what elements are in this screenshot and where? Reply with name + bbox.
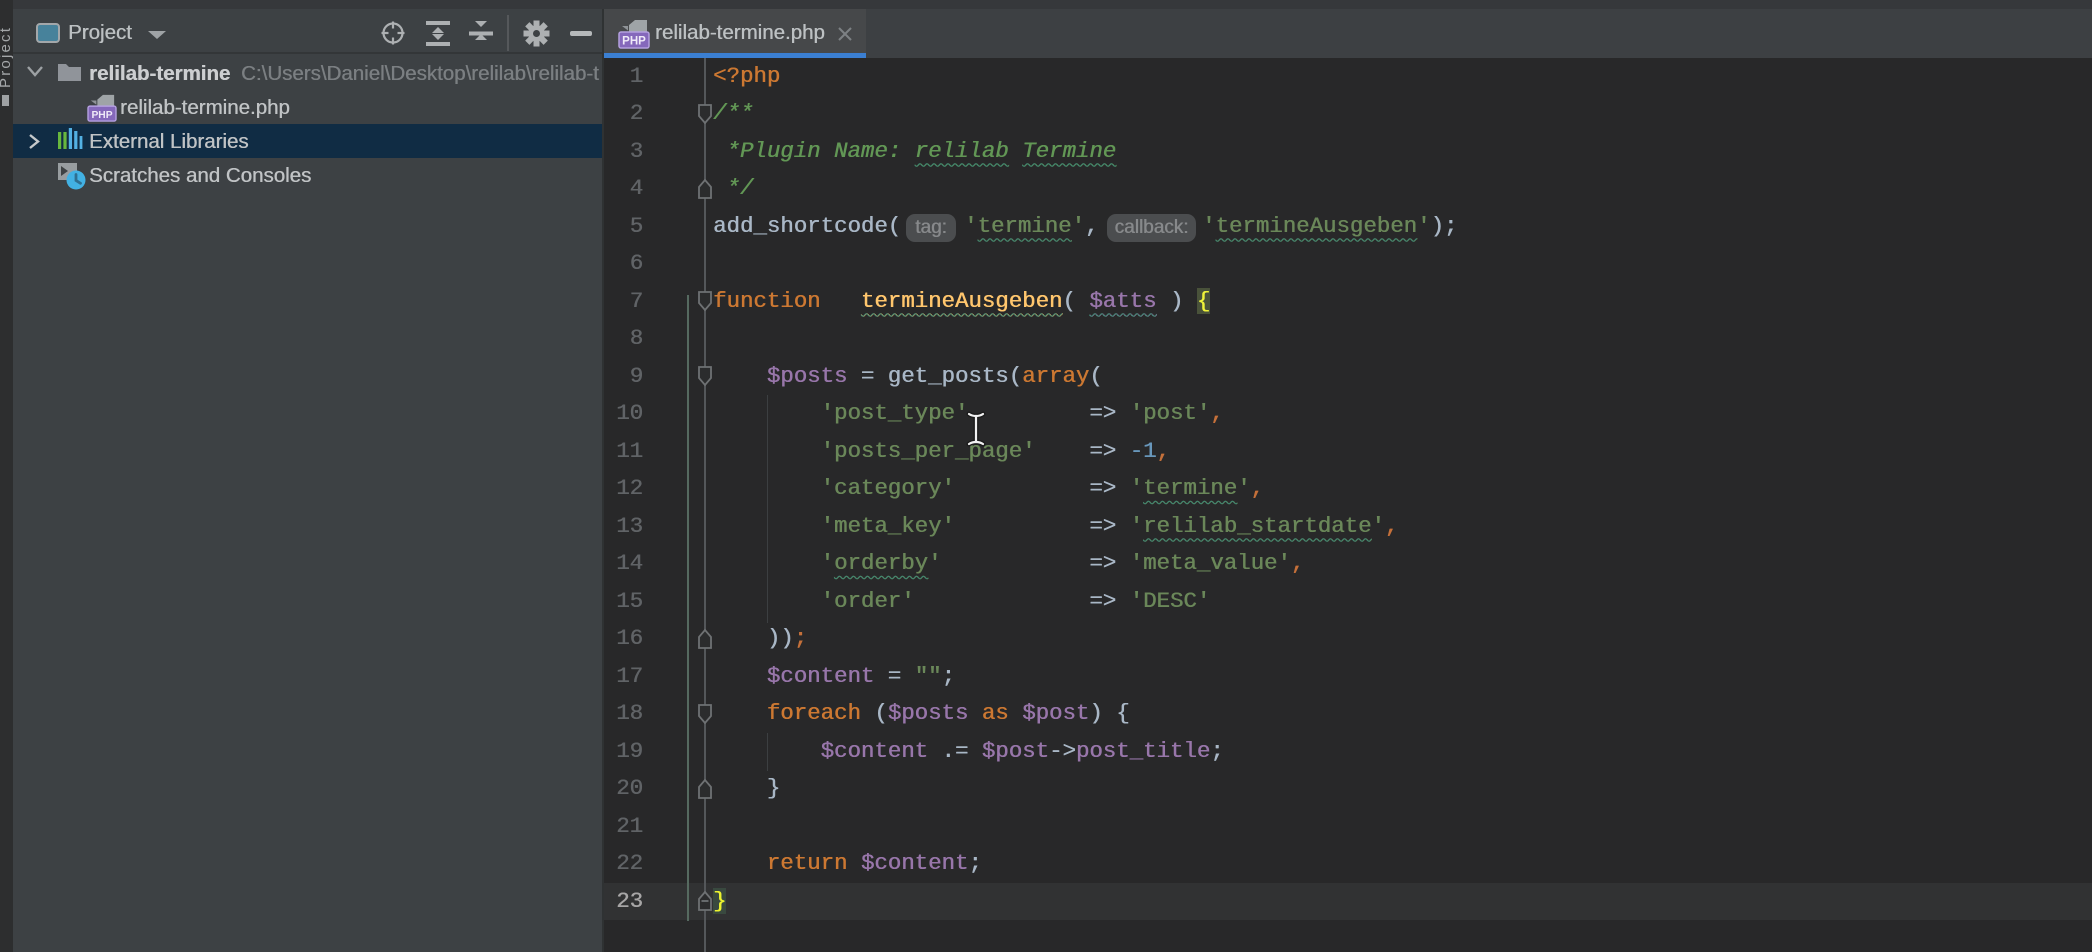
- svg-text:PHP: PHP: [91, 110, 112, 121]
- svg-text:PHP: PHP: [622, 36, 646, 48]
